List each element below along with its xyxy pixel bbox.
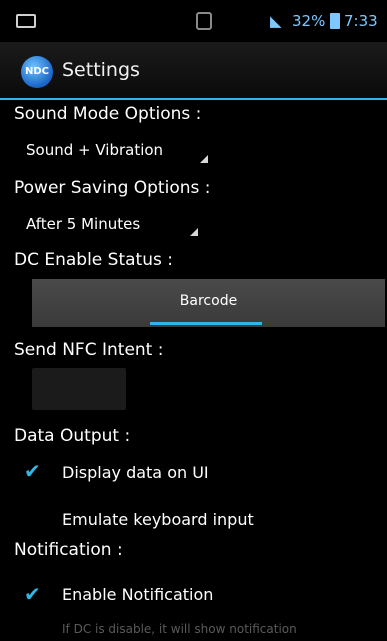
page-title: Settings: [62, 59, 140, 81]
sound-mode-dropdown-icon[interactable]: [200, 155, 208, 163]
screenshot-icon: [16, 14, 36, 28]
action-bar-divider: [0, 98, 387, 100]
data-output-label: Data Output :: [14, 426, 131, 446]
send-nfc-intent-button[interactable]: [32, 368, 126, 410]
emulate-keyboard-option[interactable]: Emulate keyboard input: [62, 510, 254, 529]
display-data-option[interactable]: Display data on UI: [62, 463, 209, 482]
clock: 7:33: [344, 12, 378, 30]
nfc-intent-label: Send NFC Intent :: [14, 340, 164, 360]
signal-icon: ◣: [270, 12, 282, 30]
battery-percent: 32%: [292, 12, 326, 30]
sound-mode-label: Sound Mode Options :: [14, 104, 202, 124]
enable-notification-checkbox-icon[interactable]: ✔: [24, 582, 41, 606]
power-saving-spinner[interactable]: After 5 Minutes: [26, 215, 140, 233]
status-bar: ◣ 32% 7:33: [0, 0, 387, 42]
sound-mode-spinner[interactable]: Sound + Vibration: [26, 141, 163, 159]
nfc-icon: [196, 12, 212, 30]
notification-label: Notification :: [14, 540, 123, 560]
app-icon[interactable]: NDC: [21, 56, 53, 88]
enable-notification-option[interactable]: Enable Notification: [62, 585, 213, 604]
display-data-checkbox-icon[interactable]: ✔: [24, 459, 41, 483]
notification-hint: If DC is disable, it will show notificat…: [62, 622, 297, 636]
action-bar: NDC Settings: [0, 42, 387, 98]
power-saving-label: Power Saving Options :: [14, 178, 211, 198]
barcode-toggle-indicator: [150, 322, 262, 325]
dc-enable-label: DC Enable Status :: [14, 250, 173, 270]
battery-icon: [330, 13, 340, 29]
power-saving-dropdown-icon[interactable]: [190, 228, 198, 236]
barcode-toggle-button[interactable]: Barcode: [32, 279, 385, 327]
